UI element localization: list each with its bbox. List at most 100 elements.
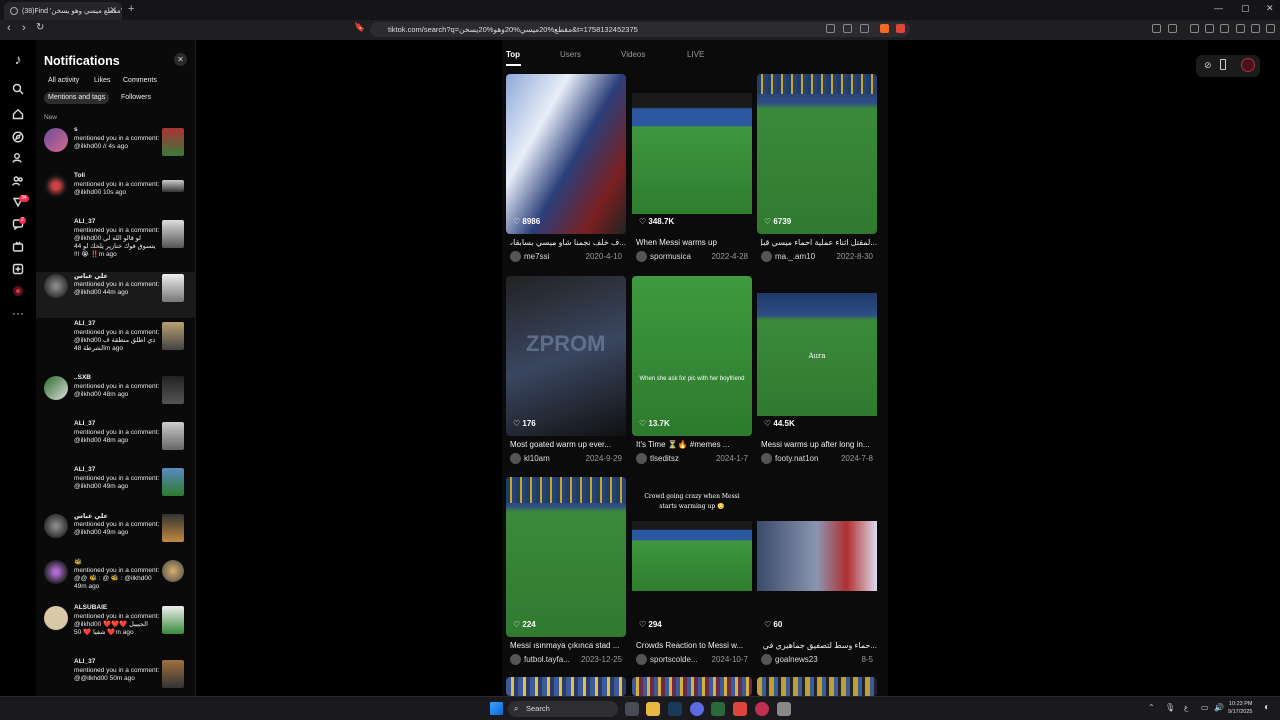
avatar[interactable] xyxy=(44,274,68,298)
video-card[interactable]: Crowd going crazy when Messi starts warm… xyxy=(632,477,752,673)
video-card[interactable]: ZPROM ♡ 176 Most goated warm up ever... … xyxy=(506,276,626,472)
tab-live[interactable]: LIVE xyxy=(687,50,704,59)
notification-user[interactable]: ..SXB xyxy=(74,374,91,381)
close-window-icon[interactable]: ✕ xyxy=(1266,3,1274,14)
brave-shield-icon[interactable] xyxy=(880,24,889,33)
maximize-icon[interactable]: ▢ xyxy=(1241,3,1250,14)
notification-thumbnail[interactable] xyxy=(162,468,184,496)
author-avatar[interactable] xyxy=(761,251,772,262)
profile-avatar[interactable] xyxy=(11,285,25,299)
video-thumbnail[interactable]: ZPROM xyxy=(506,276,626,436)
video-thumbnail[interactable] xyxy=(757,477,877,637)
close-notifications-icon[interactable]: ✕ xyxy=(174,53,187,66)
notification-thumbnail[interactable] xyxy=(162,128,184,156)
video-thumbnail[interactable]: Crowd going crazy when Messi starts warm… xyxy=(632,477,752,637)
video-description[interactable]: Messi warms up after long in... xyxy=(761,440,877,449)
filter-followers[interactable]: Followers xyxy=(117,92,155,104)
video-card[interactable] xyxy=(757,677,877,696)
following-icon[interactable] xyxy=(11,152,25,166)
wallet-icon[interactable] xyxy=(1220,24,1229,33)
notification-item[interactable]: 🐝 mentioned you in a comment: @@ 🐝 : @ 🐝… xyxy=(36,558,195,604)
video-thumbnail[interactable]: Aura xyxy=(757,276,877,436)
volume-icon[interactable]: 🔊 xyxy=(1214,703,1224,712)
video-thumbnail[interactable] xyxy=(506,74,626,234)
notification-item[interactable]: علي عباس mentioned you in a comment: @il… xyxy=(36,272,195,318)
video-card[interactable] xyxy=(632,677,752,696)
video-author[interactable]: sportscolde... xyxy=(650,655,698,664)
extension-icon-1[interactable] xyxy=(1152,24,1161,33)
compass-icon[interactable]: ⊘ xyxy=(1204,60,1212,71)
notification-item[interactable]: ALI_37 mentioned you in a comment: @ilkh… xyxy=(36,466,195,512)
media-icon[interactable] xyxy=(1190,24,1199,33)
video-thumbnail[interactable] xyxy=(632,677,752,696)
filter-likes[interactable]: Likes xyxy=(90,75,114,87)
notification-thumbnail[interactable] xyxy=(162,660,184,688)
notification-item[interactable]: علي عباس mentioned you in a comment: @il… xyxy=(36,512,195,558)
video-card[interactable] xyxy=(506,677,626,696)
search-icon[interactable] xyxy=(11,83,25,97)
notification-item[interactable]: ..SXB mentioned you in a comment: @ilkhd… xyxy=(36,374,195,420)
browser-tab[interactable]: (38)Find 'مقطع ميسي وهو يسخن' ✕ xyxy=(4,2,122,20)
notification-user[interactable]: Toli xyxy=(74,172,85,179)
video-description[interactable]: ...لمقتل اثناء عملية احماء ميسي قبل الدخ… xyxy=(761,238,877,247)
notification-thumbnail[interactable] xyxy=(162,606,184,634)
video-thumbnail[interactable] xyxy=(757,677,877,696)
user-avatar-icon[interactable] xyxy=(1241,58,1255,72)
task-view-icon[interactable] xyxy=(625,702,639,716)
notification-item[interactable]: ALI_37 mentioned you in a comment: @ilkh… xyxy=(36,420,195,466)
video-author[interactable]: spormusica xyxy=(650,252,691,261)
notification-thumbnail[interactable] xyxy=(162,180,184,192)
tab-videos[interactable]: Videos xyxy=(621,50,645,59)
avatar[interactable] xyxy=(44,422,68,446)
video-description[interactable]: Crowds Reaction to Messi w... xyxy=(636,641,752,650)
notification-center-icon[interactable]: ◐ xyxy=(1264,702,1270,713)
tab-users[interactable]: Users xyxy=(560,50,581,59)
brave-browser-icon[interactable] xyxy=(733,702,747,716)
notification-user[interactable]: ALI_37 xyxy=(74,658,95,665)
avatar[interactable] xyxy=(44,376,68,400)
author-avatar[interactable] xyxy=(636,453,647,464)
home-icon[interactable] xyxy=(11,108,25,122)
notification-thumbnail[interactable] xyxy=(162,376,184,404)
reader-icon[interactable] xyxy=(826,24,835,33)
filter-comments[interactable]: Comments xyxy=(119,75,161,87)
video-description[interactable]: ...حماء وسط لتصفيق جماهيري في كامب نو xyxy=(761,641,877,650)
video-description[interactable]: ...ف خلف نجمنا شاو ميسي بسابقات الأحماء xyxy=(510,238,626,247)
vpn-icon[interactable] xyxy=(1251,24,1260,33)
tray-chevron-icon[interactable]: ⌃ xyxy=(1148,703,1155,712)
reload-icon[interactable]: ↻ xyxy=(36,22,44,33)
notification-item[interactable]: s mentioned you in a comment: @ilkhd00 /… xyxy=(36,126,195,172)
notification-thumbnail[interactable] xyxy=(162,514,184,542)
app-icon[interactable] xyxy=(711,702,725,716)
file-explorer-icon[interactable] xyxy=(646,702,660,716)
video-author[interactable]: footy.nat1on xyxy=(775,454,818,463)
notification-user[interactable]: ALI_37 xyxy=(74,320,95,327)
filter-all-activity[interactable]: All activity xyxy=(44,75,83,87)
video-author[interactable]: kl10am xyxy=(524,454,550,463)
avatar[interactable] xyxy=(44,560,68,584)
notification-thumbnail[interactable] xyxy=(162,322,184,350)
video-author[interactable]: me7ssi xyxy=(524,252,549,261)
brave-rewards-icon[interactable] xyxy=(896,24,905,33)
video-description[interactable]: Messi ısınmaya çıkınca stad ... xyxy=(510,641,626,650)
video-author[interactable]: futbol.tayfa... xyxy=(524,655,570,664)
tab-top[interactable]: Top xyxy=(506,50,520,59)
video-card[interactable]: ♡ 348.7K When Messi warms up spormusica … xyxy=(632,74,752,270)
video-thumbnail[interactable] xyxy=(506,677,626,696)
notification-thumbnail[interactable] xyxy=(162,422,184,450)
notification-thumbnail[interactable] xyxy=(162,274,184,302)
extension-icon-2[interactable] xyxy=(1168,24,1177,33)
video-author[interactable]: ma._.am10 xyxy=(775,252,815,261)
close-tab-icon[interactable]: ✕ xyxy=(109,5,117,16)
notification-user[interactable]: 🐝 xyxy=(74,558,82,566)
notification-user[interactable]: s xyxy=(74,126,78,133)
explore-icon[interactable] xyxy=(11,131,25,145)
avatar[interactable] xyxy=(44,514,68,538)
share-icon[interactable] xyxy=(860,24,869,33)
author-avatar[interactable] xyxy=(636,251,647,262)
steam-icon[interactable] xyxy=(668,702,682,716)
menu-icon[interactable] xyxy=(1266,24,1275,33)
notification-thumbnail[interactable] xyxy=(162,560,184,582)
video-card[interactable]: ♡ 8986 ...ف خلف نجمنا شاو ميسي بسابقات ا… xyxy=(506,74,626,270)
video-author[interactable]: tlseditsz xyxy=(650,454,679,463)
